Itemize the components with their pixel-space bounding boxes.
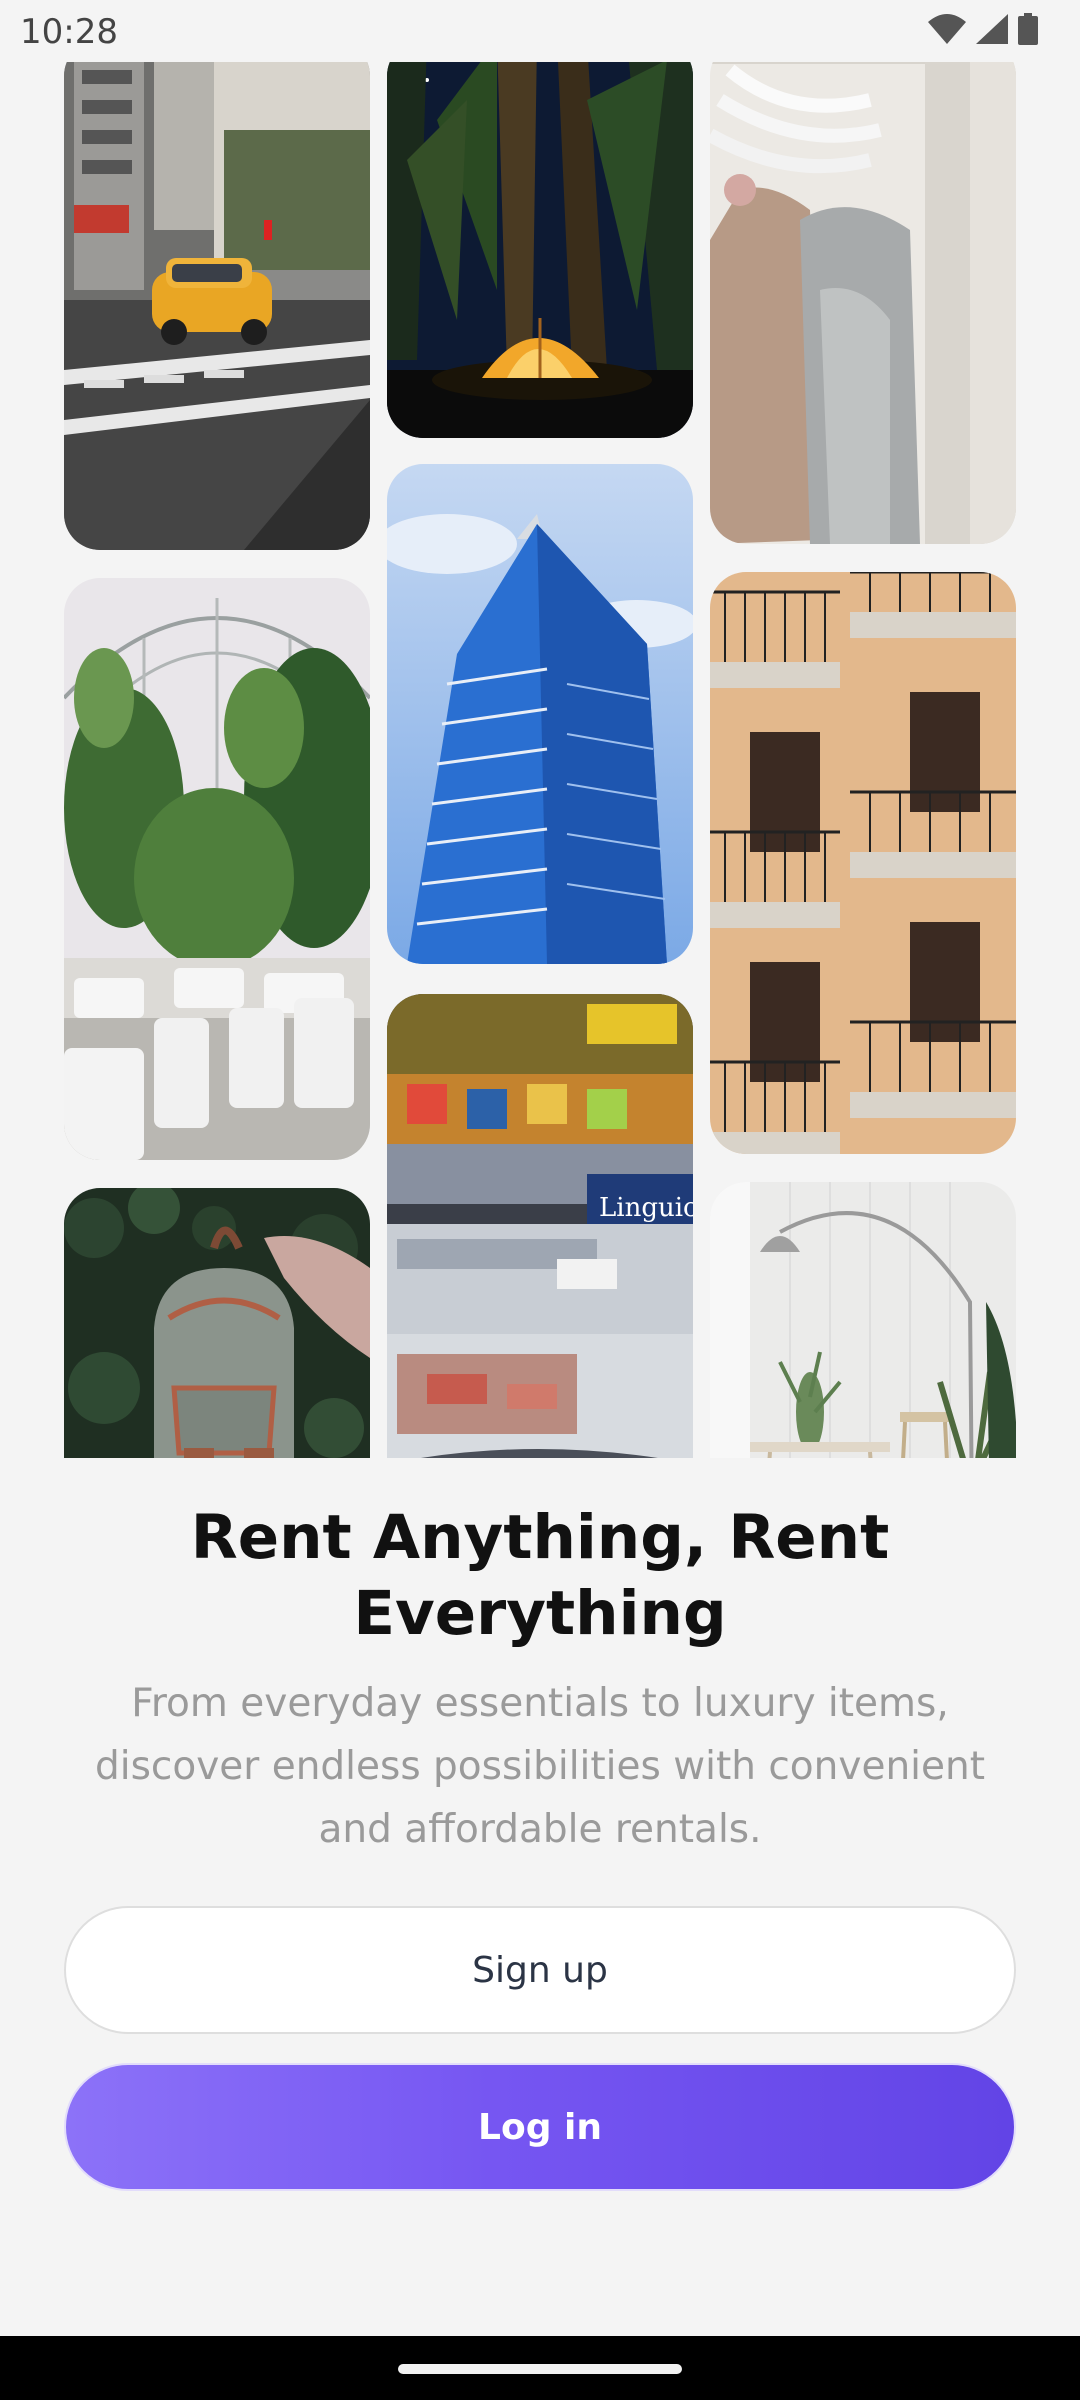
login-button[interactable]: Log in — [64, 2063, 1016, 2191]
home-gesture-handle[interactable] — [398, 2364, 682, 2374]
wifi-icon — [928, 14, 966, 48]
signup-button-label: Sign up — [472, 1949, 608, 1991]
status-icons — [928, 13, 1038, 49]
status-bar: 10:28 — [0, 0, 1080, 62]
battery-icon — [1018, 13, 1038, 49]
supermarket-freezer-photo: Linguic — [387, 994, 693, 1458]
backpack-photo — [64, 1188, 370, 1458]
signup-button[interactable]: Sign up — [64, 1906, 1016, 2034]
photo-gallery: Linguic — [0, 0, 1080, 1458]
clothing-rack-photo — [710, 40, 1016, 544]
login-button-label: Log in — [478, 2106, 602, 2148]
freezer-sign-text: Linguic — [599, 1193, 693, 1223]
page-title: Rent Anything, Rent Everything — [190, 1502, 890, 1649]
apartment-balconies-photo — [710, 572, 1016, 1154]
status-time: 10:28 — [20, 12, 118, 52]
camping-tent-forest-photo — [387, 40, 693, 438]
greenhouse-venue-photo — [64, 578, 370, 1160]
glass-skyscraper-photo — [387, 464, 693, 964]
white-interior-lamp-photo — [710, 1182, 1016, 1458]
page-subtitle: From everyday essentials to luxury items… — [94, 1681, 986, 1852]
taxi-street-photo — [64, 40, 370, 550]
cellular-signal-icon — [976, 14, 1008, 48]
system-nav-bar — [0, 2336, 1080, 2400]
